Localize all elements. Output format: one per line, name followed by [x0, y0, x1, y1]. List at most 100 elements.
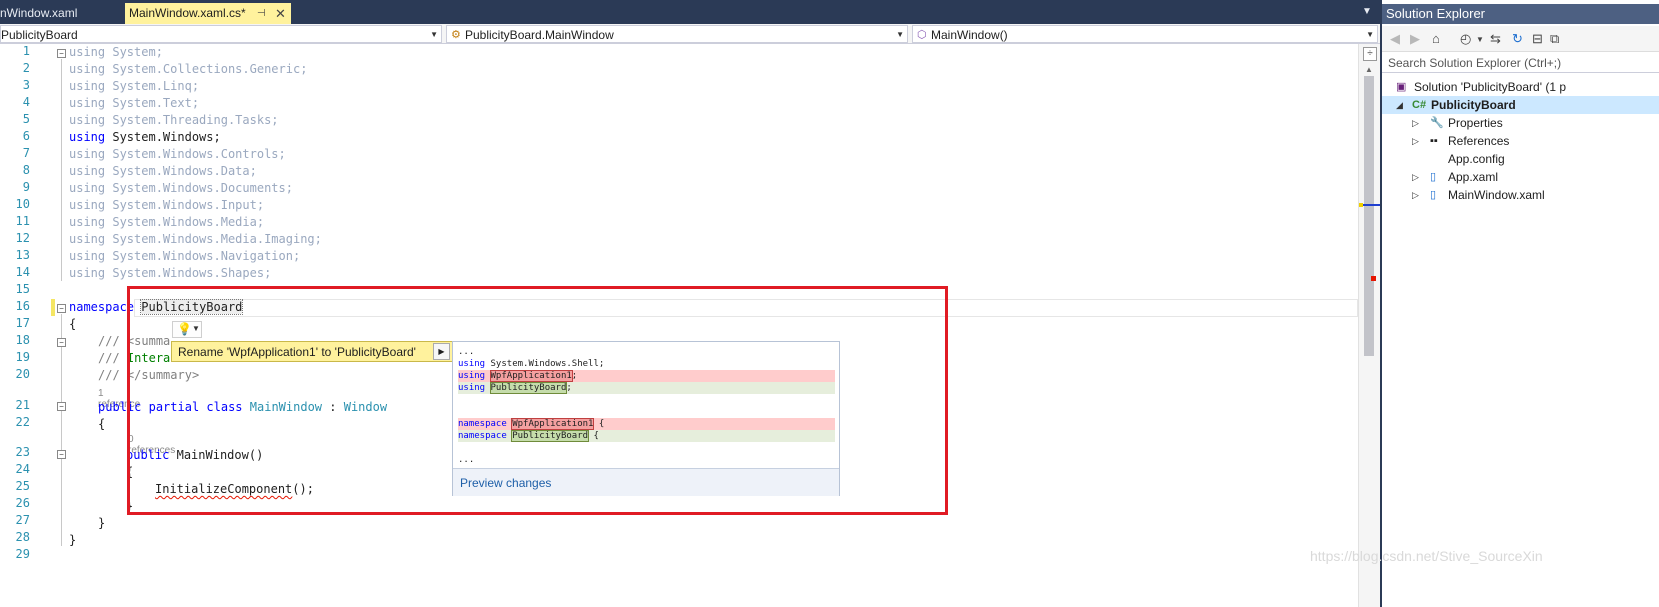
sync-icon[interactable]: ⇆ [1490, 31, 1501, 47]
editor-vertical-scrollbar[interactable]: ÷ ▲ [1358, 44, 1381, 607]
collapsed-triangle-icon[interactable]: ▷ [1412, 114, 1419, 132]
tree-item-app-config[interactable]: App.config [1382, 150, 1659, 168]
collapse-all-icon[interactable]: ⊟ [1532, 31, 1543, 47]
solution-explorer-toolbar: ◀ ▶ ⌂ ◴ ▼ ⇆ ↻ ⊟ ⧉ [1382, 26, 1659, 52]
line-number: 21 [15, 398, 30, 412]
code-line-using: using System.Windows.Media; [69, 215, 265, 229]
code-line-using: using System.Collections.Generic; [69, 62, 308, 76]
wrench-icon: 🔧 [1430, 117, 1444, 129]
chevron-down-icon: ▼ [1366, 30, 1374, 39]
code-line-using: using System.Text; [69, 96, 200, 110]
line-number: 11 [15, 214, 30, 228]
show-all-files-icon[interactable]: ⧉ [1550, 31, 1559, 47]
line-number: 14 [15, 265, 30, 279]
tree-item-mainwindow-xaml[interactable]: ▷ ▯ MainWindow.xaml [1382, 186, 1659, 204]
code-line-using: using System.Windows; [69, 130, 221, 144]
line-number: 2 [22, 61, 30, 75]
back-icon[interactable]: ◀ [1390, 31, 1400, 47]
collapse-usings-toggle[interactable]: − [57, 49, 66, 58]
references-icon: ▪▪ [1430, 135, 1438, 147]
line-number: 4 [22, 95, 30, 109]
line-number: 5 [22, 112, 30, 126]
code-line-28: } [69, 533, 77, 547]
line-number: 25 [15, 479, 30, 493]
csharp-project-icon: C# [1412, 99, 1427, 111]
xaml-file-icon: ▯ [1430, 189, 1437, 201]
watermark: https://blog.csdn.net/Stive_SourceXin [1310, 548, 1543, 564]
code-line-using: using System.Windows.Controls; [69, 147, 286, 161]
collapse-method-toggle[interactable]: − [57, 450, 66, 459]
split-editor-icon[interactable]: ÷ [1363, 47, 1377, 61]
line-number: 29 [15, 547, 30, 561]
line-number: 20 [15, 367, 30, 381]
tab-label: MainWindow.xaml.cs* [129, 6, 246, 20]
code-line-27: } [98, 516, 106, 530]
pin-icon[interactable]: ⊣ [257, 3, 266, 24]
line-number: 19 [15, 350, 30, 364]
xaml-file-icon: ▯ [1430, 171, 1437, 183]
line-number: 3 [22, 78, 30, 92]
solution-explorer-panel: Solution Explorer ◀ ▶ ⌂ ◴ ▼ ⇆ ↻ ⊟ ⧉ Sear… [1380, 0, 1659, 607]
code-line-using: using System.Windows.Input; [69, 198, 265, 212]
change-indicator [51, 299, 55, 316]
tree-item-app-xaml[interactable]: ▷ ▯ App.xaml [1382, 168, 1659, 186]
member-dropdown-value: MainWindow() [931, 28, 1008, 42]
annotation-highlight-box [127, 286, 948, 515]
refresh-icon[interactable]: ↻ [1512, 31, 1523, 47]
close-icon[interactable]: ✕ [275, 3, 286, 24]
tab-mainwindow-xaml[interactable]: nWindow.xaml [0, 3, 118, 24]
line-number: 17 [15, 316, 30, 330]
code-line-using: using System.Threading.Tasks; [69, 113, 279, 127]
line-number: 26 [15, 496, 30, 510]
collapsed-triangle-icon[interactable]: ▷ [1412, 168, 1419, 186]
line-number: 8 [22, 163, 30, 177]
type-dropdown-value: PublicityBoard.MainWindow [465, 28, 614, 42]
code-line-using: using System.Windows.Data; [69, 164, 257, 178]
history-icon[interactable]: ◴ [1460, 31, 1471, 47]
collapse-namespace-toggle[interactable]: − [57, 304, 66, 313]
method-icon: ⬡ [917, 29, 927, 41]
fold-guide [61, 314, 62, 546]
scroll-up-icon[interactable]: ▲ [1365, 65, 1373, 74]
project-dropdown[interactable]: PublicityBoard ▼ [0, 25, 442, 43]
code-line-17: { [69, 317, 77, 331]
line-number: 24 [15, 462, 30, 476]
type-dropdown[interactable]: ⚙ PublicityBoard.MainWindow ▼ [446, 25, 908, 43]
line-number: 9 [22, 180, 30, 194]
chevron-down-icon: ▼ [430, 30, 438, 39]
code-line-22: { [98, 417, 106, 431]
home-icon[interactable]: ⌂ [1432, 31, 1440, 46]
line-number: 7 [22, 146, 30, 160]
line-number: 12 [15, 231, 30, 245]
chevron-down-icon[interactable]: ▼ [1476, 35, 1484, 44]
collapse-summary-toggle[interactable]: − [57, 338, 66, 347]
tree-item-solution[interactable]: ▣ Solution 'PublicityBoard' (1 p [1382, 78, 1659, 96]
solution-explorer-search-input[interactable]: Search Solution Explorer (Ctrl+;) [1382, 53, 1659, 73]
member-dropdown[interactable]: ⬡ MainWindow() ▼ [912, 25, 1378, 43]
tab-mainwindow-xaml-cs[interactable]: MainWindow.xaml.cs* ⊣ ✕ [125, 3, 291, 24]
forward-icon[interactable]: ▶ [1410, 31, 1420, 47]
tab-overflow-dropdown-icon[interactable]: ▼ [1362, 6, 1372, 17]
document-tab-strip: nWindow.xaml MainWindow.xaml.cs* ⊣ ✕ ▼ [0, 0, 1380, 24]
line-number: 6 [22, 129, 30, 143]
code-line-using: using System; [69, 45, 163, 59]
line-number: 22 [15, 415, 30, 429]
line-number: 28 [15, 530, 30, 544]
collapsed-triangle-icon[interactable]: ▷ [1412, 186, 1419, 204]
tree-item-project[interactable]: ◢ C# PublicityBoard [1382, 96, 1659, 114]
collapsed-triangle-icon[interactable]: ▷ [1412, 132, 1419, 150]
navigation-bar: PublicityBoard ▼ ⚙ PublicityBoard.MainWi… [0, 24, 1380, 44]
code-line-using: using System.Windows.Shapes; [69, 266, 272, 280]
line-number: 15 [15, 282, 30, 296]
project-dropdown-value: PublicityBoard [1, 28, 78, 42]
fold-guide [61, 59, 62, 281]
class-icon: ⚙ [451, 29, 461, 41]
tree-item-properties[interactable]: ▷ 🔧 Properties [1382, 114, 1659, 132]
code-line-using: using System.Linq; [69, 79, 200, 93]
collapse-class-toggle[interactable]: − [57, 402, 66, 411]
expanded-triangle-icon[interactable]: ◢ [1396, 96, 1403, 114]
scrollbar-thumb[interactable] [1364, 76, 1374, 356]
tab-label: nWindow.xaml [0, 6, 78, 20]
tree-item-references[interactable]: ▷ ▪▪ References [1382, 132, 1659, 150]
code-line-using: using System.Windows.Documents; [69, 181, 293, 195]
